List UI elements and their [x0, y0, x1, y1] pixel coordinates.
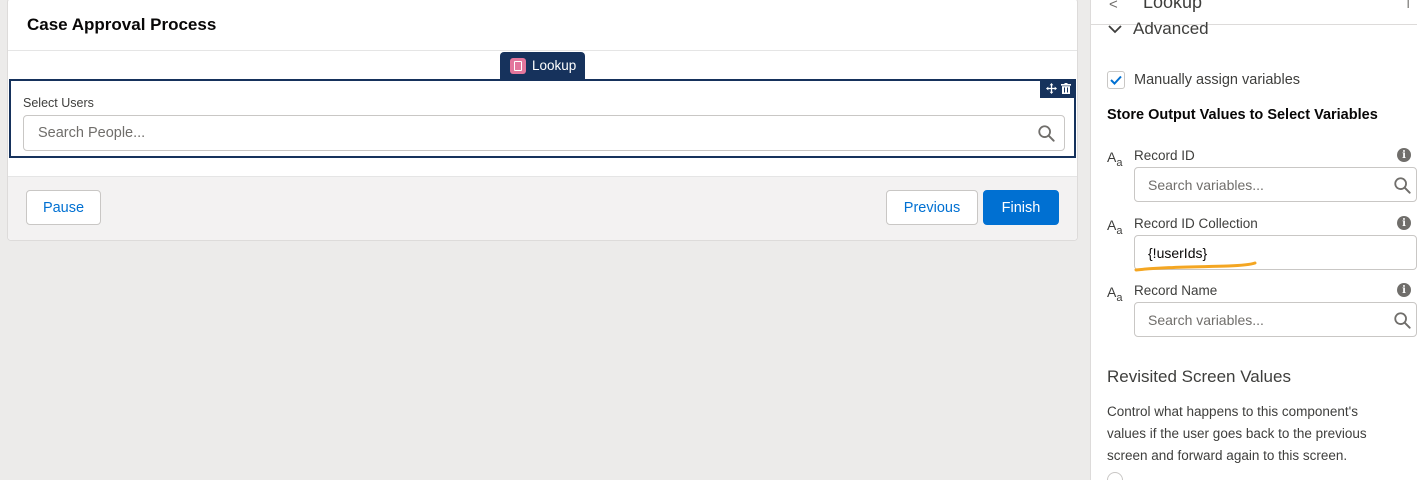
info-icon[interactable]: i	[1397, 216, 1411, 230]
component-actions	[1040, 79, 1076, 98]
variable-label: Record ID	[1134, 148, 1195, 163]
screen-title: Case Approval Process	[27, 15, 217, 34]
variable-field	[1134, 235, 1417, 270]
variable-label: Record Name	[1134, 283, 1218, 298]
move-icon[interactable]	[1045, 83, 1057, 94]
flow-canvas: Case Approval Process Lookup Select User…	[0, 0, 1090, 480]
variable-field	[1134, 167, 1417, 202]
properties-panel: < Lookup | Advanced Manually assign vari…	[1090, 0, 1417, 480]
advanced-section-label: Advanced	[1133, 19, 1209, 38]
search-icon[interactable]	[1037, 124, 1055, 142]
screen-card: Case Approval Process Lookup Select User…	[7, 0, 1078, 241]
back-chevron-icon[interactable]: <	[1109, 0, 1118, 13]
screen-header: Case Approval Process	[8, 0, 1077, 51]
revisit-option-radio[interactable]	[1107, 472, 1123, 480]
revisit-section-description: Control what happens to this component's…	[1107, 404, 1367, 463]
manual-assign-label: Manually assign variables	[1134, 72, 1301, 88]
panel-title: Lookup	[1143, 0, 1203, 12]
delete-icon[interactable]	[1060, 83, 1071, 94]
screen-footer: Pause Previous Finish	[8, 176, 1077, 240]
panel-more-icon[interactable]: |	[1406, 0, 1410, 8]
record-id-collection-input[interactable]	[1135, 236, 1375, 269]
select-users-label: Select Users	[23, 96, 94, 110]
component-tag-label: Lookup	[532, 58, 577, 73]
record-id-input[interactable]	[1135, 168, 1375, 201]
text-type-icon: Aa	[1107, 284, 1123, 304]
variable-field	[1134, 302, 1417, 337]
info-icon[interactable]: i	[1397, 148, 1411, 162]
store-output-title: Store Output Values to Select Variables	[1107, 107, 1378, 123]
info-icon[interactable]: i	[1397, 283, 1411, 297]
search-people-input[interactable]	[24, 116, 1012, 150]
text-type-icon: Aa	[1107, 149, 1123, 169]
record-name-input[interactable]	[1135, 303, 1375, 336]
search-icon[interactable]	[1393, 311, 1411, 329]
manual-assign-checkbox[interactable]	[1107, 71, 1125, 89]
revisit-section-title: Revisited Screen Values	[1107, 367, 1291, 386]
advanced-section-toggle[interactable]: Advanced	[1107, 19, 1209, 39]
previous-button[interactable]: Previous	[886, 190, 978, 225]
variable-label: Record ID Collection	[1134, 216, 1258, 231]
text-type-icon: Aa	[1107, 217, 1123, 237]
search-icon[interactable]	[1393, 176, 1411, 194]
finish-button[interactable]: Finish	[983, 190, 1059, 225]
component-tag-lookup[interactable]: Lookup	[500, 52, 585, 79]
lookup-component[interactable]: Select Users	[9, 79, 1076, 158]
manual-assign-row: Manually assign variables	[1107, 71, 1300, 89]
checkmark-icon	[1110, 75, 1122, 85]
lookup-icon	[510, 57, 526, 74]
pause-button[interactable]: Pause	[26, 190, 101, 225]
search-people-field	[23, 115, 1065, 151]
chevron-down-icon	[1108, 25, 1122, 34]
